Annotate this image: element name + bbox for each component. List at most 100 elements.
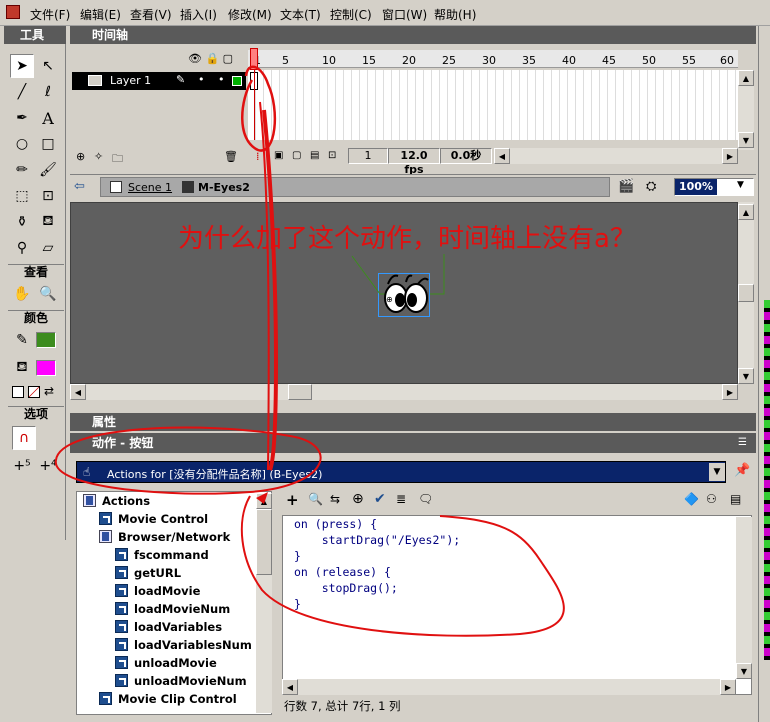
frame-grid[interactable]	[248, 70, 738, 140]
menu-window[interactable]: 窗口(W)	[382, 6, 427, 23]
code-line[interactable]: startDrag("/Eyes2");	[294, 533, 460, 547]
fill-transform-tool-icon[interactable]: ⊡	[36, 184, 60, 208]
menu-modify[interactable]: 修改(M)	[228, 6, 272, 23]
tree-item-actions[interactable]: Actions	[83, 492, 150, 510]
oval-tool-icon[interactable]: ○	[10, 132, 34, 156]
view-options-icon[interactable]: ▤	[730, 492, 741, 506]
find-icon[interactable]: 🔍	[308, 492, 323, 506]
menu-insert[interactable]: 插入(I)	[180, 6, 217, 23]
menu-edit[interactable]: 编辑(E)	[80, 6, 121, 23]
straighten-option-icon[interactable]: +⁴	[36, 454, 60, 478]
frame-ruler[interactable]: 1 5 10 15 20 25 30 35 40 45 50 55 60	[248, 50, 738, 68]
panel-options-icon[interactable]: ☰	[738, 433, 747, 453]
tree-item-unloadmovienum[interactable]: unloadMovieNum	[115, 672, 247, 690]
replace-icon[interactable]: ⇆	[330, 492, 340, 506]
menu-control[interactable]: 控制(C)	[330, 6, 372, 23]
fps-readout[interactable]: 12.0 fps	[388, 148, 440, 176]
arrow-tool-icon[interactable]: ➤	[10, 54, 34, 78]
add-action-icon[interactable]: +	[286, 491, 299, 509]
stroke-color-swatch[interactable]	[36, 332, 56, 348]
scene-link[interactable]: Scene 1	[128, 181, 172, 194]
pin-script-icon[interactable]: 📌	[734, 463, 750, 478]
back-arrow-icon[interactable]: ⇦	[74, 179, 85, 194]
scroll-down-icon[interactable]: ▼	[736, 663, 752, 679]
lock-dot-icon[interactable]: •	[218, 73, 225, 86]
stage-horizontal-thumb[interactable]	[288, 384, 312, 400]
scroll-down-icon[interactable]: ▼	[738, 368, 754, 384]
visibility-dot-icon[interactable]: •	[198, 73, 205, 86]
tree-item-unloadmovie[interactable]: unloadMovie	[115, 654, 217, 672]
playhead[interactable]	[250, 48, 258, 70]
layer-row[interactable]: Layer 1 ✎ • •	[72, 72, 246, 90]
scroll-right-icon[interactable]: ▶	[720, 679, 736, 695]
insert-target-path-icon[interactable]: ⊕	[352, 491, 364, 507]
no-color-icon[interactable]	[28, 386, 40, 398]
script-horizontal-scrollbar[interactable]: ◀ ▶	[282, 679, 736, 695]
scroll-left-icon[interactable]: ◀	[70, 384, 86, 400]
tree-item-loadmovie[interactable]: loadMovie	[115, 582, 200, 600]
menu-text[interactable]: 文本(T)	[280, 6, 321, 23]
stage-horizontal-scrollbar[interactable]: ◀ ▶	[70, 384, 738, 400]
menu-view[interactable]: 查看(V)	[130, 6, 172, 23]
eyedropper-tool-icon[interactable]: ⚲	[10, 236, 34, 260]
zoom-tool-icon[interactable]: 🔍	[36, 282, 60, 306]
snap-magnet-icon[interactable]: ∩	[12, 426, 36, 450]
rectangle-tool-icon[interactable]: □	[36, 132, 60, 156]
menu-help[interactable]: 帮助(H)	[434, 6, 476, 23]
onion-skin-icon[interactable]: ▣	[274, 150, 283, 161]
tree-item-loadvariablesnum[interactable]: loadVariablesNum	[115, 636, 252, 654]
chevron-down-icon[interactable]: ▼	[737, 180, 744, 190]
tree-item-movie-clip-control[interactable]: Movie Clip Control	[99, 690, 237, 708]
brush-tool-icon[interactable]: 🖌	[36, 158, 60, 182]
show-code-hint-icon[interactable]: 🗨	[418, 492, 433, 506]
script-vertical-scrollbar[interactable]	[736, 517, 752, 679]
tree-item-movie-control[interactable]: Movie Control	[99, 510, 208, 528]
layer-name[interactable]: Layer 1	[110, 74, 151, 87]
symbol-link[interactable]: M-Eyes2	[198, 181, 250, 194]
ink-bottle-tool-icon[interactable]: ⚱	[10, 210, 34, 234]
insert-folder-icon[interactable]: 🗀	[112, 150, 123, 169]
edit-scene-icon[interactable]: 🎬	[618, 179, 634, 194]
paint-bucket-tool-icon[interactable]: ⛾	[36, 210, 60, 234]
smooth-option-icon[interactable]: +⁵	[10, 454, 34, 478]
subselect-tool-icon[interactable]: ↖	[36, 54, 60, 78]
onion-outline-icon[interactable]: ▢	[292, 150, 301, 161]
app-icon[interactable]	[6, 5, 20, 19]
tree-item-browser-network[interactable]: Browser/Network	[99, 528, 230, 546]
auto-format-icon[interactable]: ≣	[396, 492, 406, 506]
actions-target-dropdown[interactable]: ☝ Actions for [没有分配件品名称] (B-Eyes2) ▼	[76, 461, 726, 483]
center-frame-icon[interactable]: ⁞	[256, 150, 260, 163]
eyes-symbol[interactable]: ⊕	[350, 250, 460, 320]
fill-color-swatch[interactable]	[36, 360, 56, 376]
panel-splitter[interactable]	[272, 493, 280, 713]
tree-item-fscommand[interactable]: fscommand	[115, 546, 209, 564]
line-tool-icon[interactable]: ╱	[10, 80, 34, 104]
stage-vertical-thumb[interactable]	[738, 284, 754, 302]
scroll-up-icon[interactable]: ▲	[738, 70, 754, 86]
debug-options-icon[interactable]: ⚇	[706, 492, 717, 506]
tree-item-loadvariables[interactable]: loadVariables	[115, 618, 222, 636]
edit-multiple-icon[interactable]: ▤	[310, 150, 319, 161]
reference-icon[interactable]: 🔷	[684, 492, 699, 506]
add-guide-layer-icon[interactable]: ✧	[94, 150, 103, 163]
swap-colors-icon[interactable]: ⇄	[44, 384, 54, 398]
modify-markers-icon[interactable]: ⊡	[328, 150, 336, 161]
pencil-tool-icon[interactable]: ✏	[10, 158, 34, 182]
scroll-up-icon[interactable]: ▲	[256, 493, 272, 509]
zoom-select[interactable]: 100% ▼	[674, 178, 754, 196]
text-tool-icon[interactable]: A	[36, 106, 60, 130]
free-transform-tool-icon[interactable]: ⬚	[10, 184, 34, 208]
chevron-down-icon[interactable]: ▼	[709, 463, 725, 481]
code-line[interactable]: }	[294, 597, 301, 611]
code-line[interactable]: }	[294, 549, 301, 563]
scroll-right-icon[interactable]: ▶	[722, 148, 738, 164]
menu-file[interactable]: 文件(F)	[30, 6, 70, 23]
code-line[interactable]: on (release) {	[294, 565, 391, 579]
scroll-right-icon[interactable]: ▶	[722, 384, 738, 400]
scroll-up-icon[interactable]: ▲	[738, 204, 754, 220]
code-line[interactable]: stopDrag();	[294, 581, 398, 595]
scroll-left-icon[interactable]: ◀	[494, 148, 510, 164]
hand-tool-icon[interactable]: ✋	[10, 282, 34, 306]
timeline-panel-title[interactable]: 时间轴	[70, 26, 756, 44]
toolbox-thumb[interactable]	[256, 509, 272, 575]
